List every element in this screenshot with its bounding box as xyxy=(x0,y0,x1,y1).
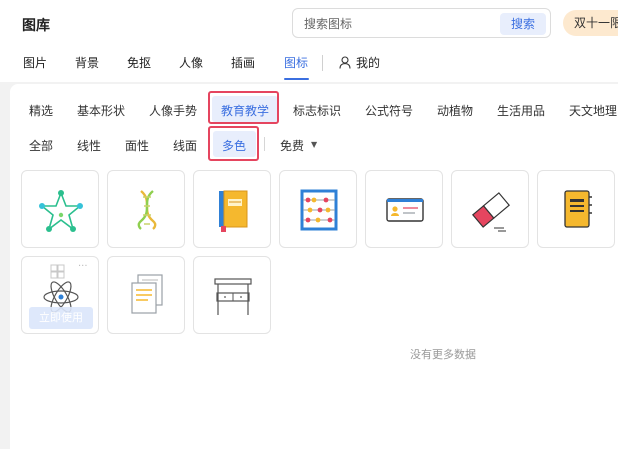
icon-card-desk[interactable] xyxy=(193,256,271,334)
use-now-button[interactable]: 立即使用 xyxy=(29,307,93,329)
tab-images[interactable]: 图片 xyxy=(23,54,47,71)
search-input[interactable] xyxy=(304,15,494,33)
category-featured[interactable]: 精选 xyxy=(29,102,53,119)
more-icon[interactable]: ··· xyxy=(78,261,88,272)
icon-card-dna[interactable] xyxy=(107,170,185,248)
no-more-data-text: 没有更多数据 xyxy=(410,348,476,361)
page-title: 图库 xyxy=(22,18,50,34)
category-signs[interactable]: 标志标识 xyxy=(293,102,341,119)
category-animals-plants[interactable]: 动植物 xyxy=(437,102,473,119)
category-basic-shapes[interactable]: 基本形状 xyxy=(77,102,125,119)
icon-card-abacus[interactable] xyxy=(279,170,357,248)
tab-cutouts[interactable]: 免抠 xyxy=(127,54,151,71)
abacus-icon xyxy=(300,189,338,231)
icon-card-star-network[interactable] xyxy=(21,170,99,248)
eraser-icon xyxy=(471,192,511,232)
style-linear[interactable]: 线性 xyxy=(77,137,101,154)
chevron-down-icon: ▼ xyxy=(311,140,318,149)
price-filter-dropdown[interactable]: 免费 xyxy=(280,137,304,154)
style-line-fill[interactable]: 线面 xyxy=(173,137,197,154)
star-network-icon xyxy=(39,190,83,232)
id-card-icon xyxy=(386,198,424,222)
tab-portraits[interactable]: 人像 xyxy=(179,54,203,71)
category-row: 精选 基本形状 人像手势 教育教学 标志标识 公式符号 动植物 生活用品 天文地… xyxy=(10,84,618,124)
top-nav: 图片 背景 免抠 人像 插画 图标 我的 xyxy=(0,50,618,82)
dna-icon xyxy=(137,190,157,230)
active-tab-underline xyxy=(284,78,309,80)
promo-badge[interactable]: 双十一限 xyxy=(563,10,618,36)
desk-icon xyxy=(214,278,252,315)
user-icon xyxy=(339,56,351,69)
tab-backgrounds[interactable]: 背景 xyxy=(75,54,99,71)
highlight-multicolor xyxy=(208,126,259,161)
tab-illustrations[interactable]: 插画 xyxy=(231,54,255,71)
category-astronomy-geography[interactable]: 天文地理 xyxy=(569,102,617,119)
documents-icon xyxy=(131,274,163,314)
style-filled[interactable]: 面性 xyxy=(125,137,149,154)
nav-divider xyxy=(322,55,323,71)
icon-card-book[interactable] xyxy=(193,170,271,248)
search-box: 搜索 xyxy=(292,8,551,38)
icon-card-id-card[interactable] xyxy=(365,170,443,248)
book-icon xyxy=(219,190,248,232)
icon-card-atom[interactable]: ··· 立即使用 xyxy=(21,256,99,334)
icon-card-documents[interactable] xyxy=(107,256,185,334)
tab-icons[interactable]: 图标 xyxy=(284,54,308,71)
filter-divider xyxy=(264,137,265,151)
category-daily-goods[interactable]: 生活用品 xyxy=(497,102,545,119)
highlight-education xyxy=(208,91,279,124)
category-gestures[interactable]: 人像手势 xyxy=(149,102,197,119)
category-formulas[interactable]: 公式符号 xyxy=(365,102,413,119)
tab-mine[interactable]: 我的 xyxy=(356,54,380,71)
icon-card-notebook[interactable] xyxy=(537,170,615,248)
style-all[interactable]: 全部 xyxy=(29,137,53,154)
icon-card-eraser[interactable] xyxy=(451,170,529,248)
content-panel: 精选 基本形状 人像手势 教育教学 标志标识 公式符号 动植物 生活用品 天文地… xyxy=(10,84,618,449)
notebook-icon xyxy=(564,190,592,228)
search-button[interactable]: 搜索 xyxy=(500,13,546,35)
